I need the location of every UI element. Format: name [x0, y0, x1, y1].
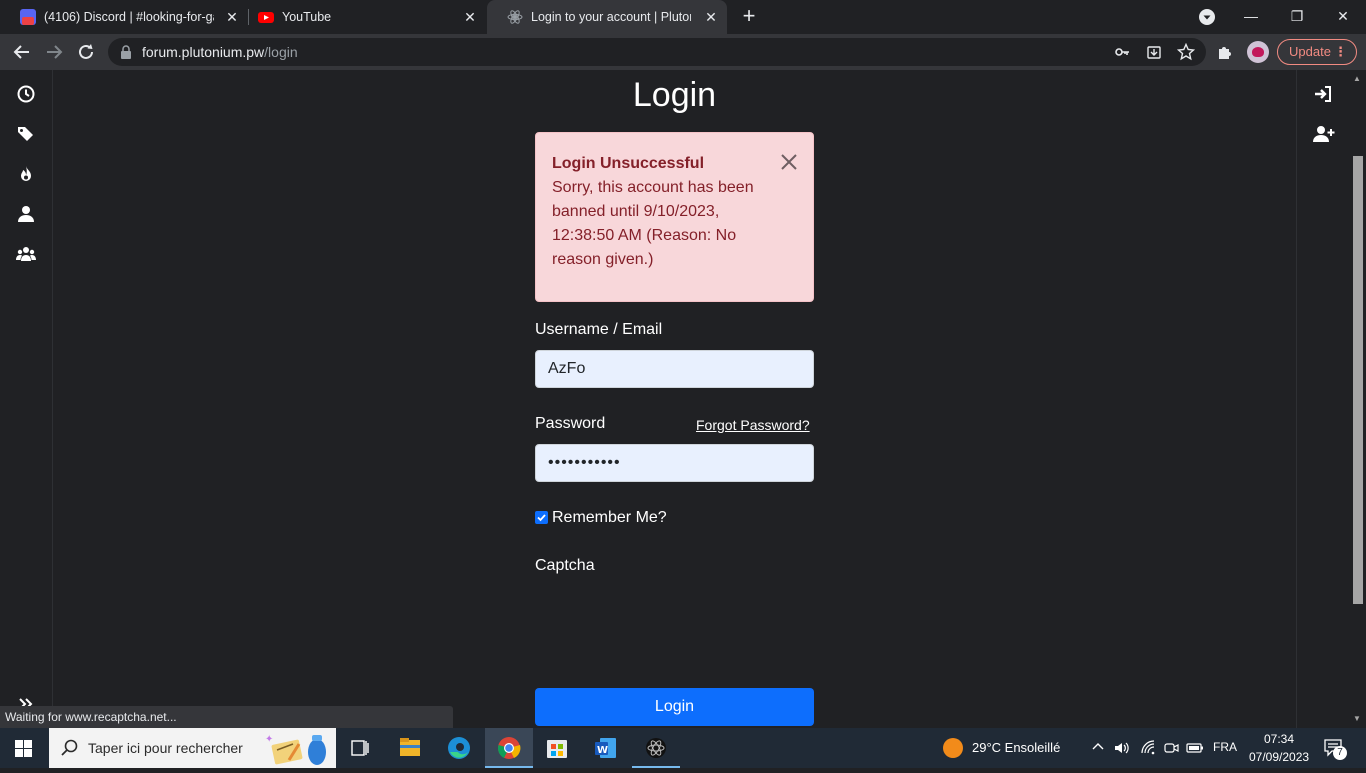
- update-button[interactable]: Update ⋮: [1277, 39, 1357, 65]
- tab-title: (4106) Discord | #looking-for-gar: [44, 10, 214, 24]
- search-highlight-illustration-icon: ✦: [259, 732, 335, 771]
- login-button[interactable]: Login: [535, 688, 814, 726]
- right-sidebar: [1296, 70, 1350, 728]
- lock-icon[interactable]: [120, 45, 132, 64]
- url-text: forum.plutonium.pw/login: [142, 44, 298, 60]
- install-app-icon[interactable]: [1146, 44, 1162, 65]
- chrome-taskbar-icon[interactable]: [485, 728, 533, 768]
- clock-time[interactable]: 07:34: [1264, 732, 1294, 746]
- svg-text:✦: ✦: [265, 734, 273, 745]
- recent-clock-icon[interactable]: [16, 84, 36, 104]
- menu-dots-icon: ⋮: [1334, 44, 1347, 59]
- wifi-icon[interactable]: [1141, 740, 1157, 761]
- left-sidebar: [0, 70, 53, 728]
- forward-icon[interactable]: [42, 40, 66, 64]
- new-tab-button[interactable]: +: [737, 5, 761, 29]
- tab-youtube[interactable]: YouTube ✕: [238, 0, 486, 34]
- remember-me-checkbox[interactable]: [535, 511, 548, 524]
- search-icon: [61, 739, 79, 762]
- search-placeholder: Taper ici pour rechercher: [88, 740, 243, 756]
- address-bar[interactable]: forum.plutonium.pw/login: [108, 38, 1206, 66]
- meet-now-icon[interactable]: [1163, 740, 1179, 761]
- tab-title: Login to your account | Plutoniur: [531, 10, 691, 24]
- close-icon[interactable]: ✕: [462, 9, 478, 25]
- alert-message: Sorry, this account has been banned unti…: [552, 179, 754, 268]
- tab-plutonium-login[interactable]: Login to your account | Plutoniur ✕: [487, 0, 727, 34]
- profile-avatar[interactable]: [1247, 41, 1269, 63]
- notification-center-icon[interactable]: 7: [1324, 739, 1347, 762]
- reload-icon[interactable]: [74, 40, 98, 64]
- discord-icon: [20, 9, 36, 25]
- microsoft-store-icon[interactable]: [533, 728, 581, 768]
- captcha-label: Captcha: [535, 557, 595, 574]
- error-alert: Login Unsuccessful Sorry, this account h…: [535, 132, 814, 302]
- close-icon[interactable]: ✕: [703, 9, 719, 25]
- bookmark-star-icon[interactable]: [1176, 42, 1196, 66]
- plutonium-app-icon[interactable]: [632, 728, 680, 768]
- scroll-thumb[interactable]: [1353, 156, 1363, 604]
- minimize-button[interactable]: —: [1228, 0, 1274, 32]
- tab-discord[interactable]: (4106) Discord | #looking-for-gar ✕: [0, 0, 248, 34]
- popular-fire-icon[interactable]: [16, 164, 36, 184]
- close-icon[interactable]: [779, 152, 799, 172]
- page-content: ▲ ▼ Login Login Unsuccessful Sorry, this…: [0, 70, 1366, 728]
- password-label: Password: [535, 415, 606, 432]
- browser-toolbar: forum.plutonium.pw/login Update ⋮: [0, 34, 1366, 70]
- youtube-icon: [258, 9, 274, 25]
- word-icon[interactable]: W: [582, 728, 630, 768]
- username-input[interactable]: AzFo: [535, 350, 814, 388]
- notification-count: 7: [1333, 746, 1347, 760]
- file-explorer-icon[interactable]: [386, 728, 434, 768]
- restore-button[interactable]: ❐: [1274, 0, 1320, 32]
- status-bubble: Waiting for www.recaptcha.net...: [0, 706, 453, 728]
- weather-sun-icon[interactable]: [943, 738, 963, 758]
- tab-title: YouTube: [282, 10, 332, 24]
- back-icon[interactable]: [10, 40, 34, 64]
- extensions-puzzle-icon[interactable]: [1214, 40, 1238, 64]
- page-title: Login: [632, 76, 717, 114]
- windows-start-icon[interactable]: [15, 740, 32, 762]
- remember-me-label: Remember Me?: [552, 509, 667, 526]
- taskbar-search-box[interactable]: Taper ici pour rechercher ✦: [49, 728, 336, 768]
- forgot-password-link[interactable]: Forgot Password?: [696, 417, 810, 433]
- tray-chevron-up-icon[interactable]: [1091, 740, 1105, 759]
- task-view-icon[interactable]: [336, 728, 384, 768]
- alert-heading: Login Unsuccessful: [552, 155, 705, 172]
- close-window-button[interactable]: ✕: [1320, 0, 1366, 32]
- page-scrollbar[interactable]: ▲ ▼: [1350, 70, 1366, 728]
- login-icon[interactable]: [1313, 84, 1333, 109]
- password-input[interactable]: •••••••••••: [535, 444, 814, 482]
- tags-icon[interactable]: [16, 124, 36, 144]
- username-label: Username / Email: [535, 321, 663, 338]
- groups-icon[interactable]: [16, 244, 36, 264]
- tab-search-icon[interactable]: [1199, 9, 1215, 25]
- password-key-icon[interactable]: [1114, 44, 1130, 65]
- clock-date[interactable]: 07/09/2023: [1249, 750, 1309, 764]
- battery-icon[interactable]: [1186, 740, 1204, 761]
- edge-browser-icon[interactable]: [435, 728, 483, 768]
- scroll-up-arrow-icon[interactable]: ▲: [1353, 74, 1361, 83]
- register-user-plus-icon[interactable]: [1313, 124, 1335, 149]
- weather-text[interactable]: 29°C Ensoleillé: [972, 740, 1060, 755]
- plutonium-icon: [507, 9, 523, 25]
- scroll-down-arrow-icon[interactable]: ▼: [1353, 714, 1361, 723]
- volume-icon[interactable]: [1114, 740, 1130, 761]
- tab-strip: (4106) Discord | #looking-for-gar ✕ YouT…: [0, 0, 1366, 34]
- language-indicator[interactable]: FRA: [1213, 740, 1237, 754]
- user-icon[interactable]: [16, 204, 36, 224]
- svg-text:W: W: [597, 745, 608, 756]
- windows-taskbar: Taper ici pour rechercher ✦ W 29°C Ensol…: [0, 728, 1366, 768]
